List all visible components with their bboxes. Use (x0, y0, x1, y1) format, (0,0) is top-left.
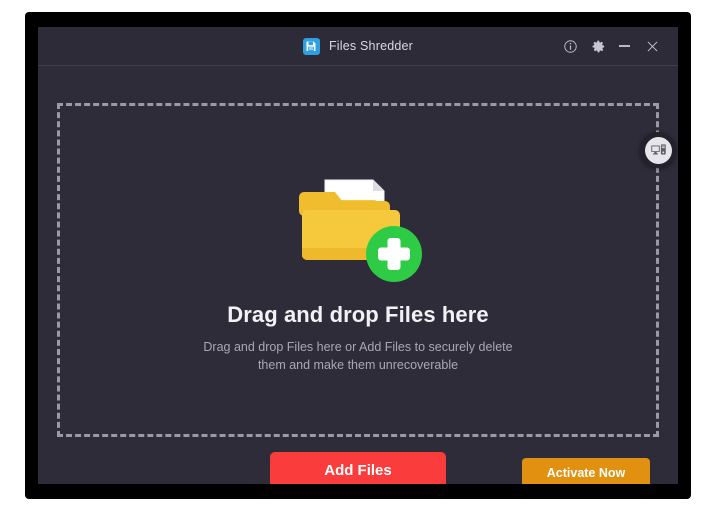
dropzone-subtext-line2: them and make them unrecoverable (257, 358, 459, 372)
folder-with-documents-and-green-plus-icon (296, 162, 426, 286)
dropzone-subtext: Drag and drop Files here or Add Files to… (38, 338, 678, 374)
activate-now-button[interactable]: Activate Now (522, 458, 650, 484)
add-files-button[interactable]: Add Files (270, 452, 446, 484)
title-bar-center: Files Shredder (38, 27, 678, 65)
title-bar[interactable]: Files Shredder (38, 27, 678, 66)
floppy-disk-save-icon (302, 37, 320, 55)
app-window: Files Shredder Drag and drop Files here … (38, 27, 678, 484)
device-badge-button[interactable] (640, 132, 676, 168)
close-icon[interactable] (642, 36, 662, 56)
minimize-dash (618, 45, 630, 47)
content-area: Drag and drop Files here Drag and drop F… (38, 66, 678, 484)
minimize-icon[interactable] (614, 36, 634, 56)
desktop-computer-icon (644, 136, 672, 164)
gear-icon[interactable] (588, 36, 608, 56)
window-title: Files Shredder (328, 39, 414, 53)
dropzone-subtext-line1: Drag and drop Files here or Add Files to… (203, 340, 513, 354)
dropzone-headline: Drag and drop Files here (227, 302, 489, 327)
info-circle-icon[interactable] (560, 36, 580, 56)
